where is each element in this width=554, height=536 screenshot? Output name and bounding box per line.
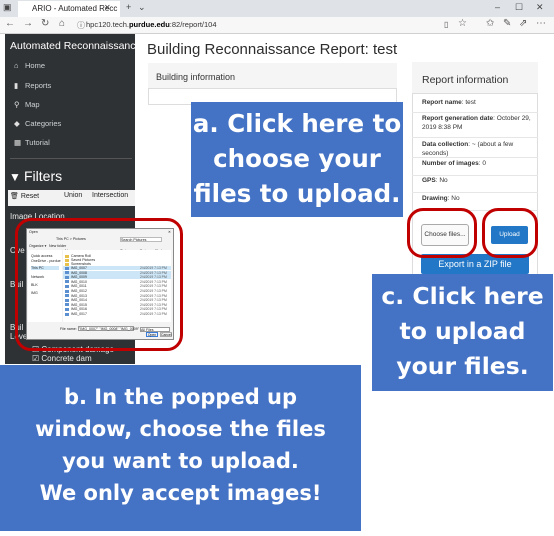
callout-b-line: you want to upload. [62, 449, 299, 473]
highlight-upload-outline [482, 208, 538, 258]
page-title: Building Reconnaissance Report: test [147, 41, 398, 58]
filter-concrete-damage[interactable]: ☑ Concrete dam [32, 354, 92, 363]
callout-a-line: choose your [213, 144, 381, 173]
sidebar-item-tutorial[interactable]: ▦ Tutorial [14, 138, 50, 147]
close-tab-icon[interactable]: ✕ [104, 3, 111, 12]
callout-b-line: We only accept images! [39, 481, 322, 505]
callout-c: c. Click here to upload your files. [372, 274, 553, 391]
callout-a-line: files to upload. [193, 179, 401, 208]
report-date-row: Report generation date: October 29, 2019… [412, 114, 538, 138]
sidebar-item-map[interactable]: ⚲ Map [14, 100, 40, 109]
trash-icon: 🗑 [10, 193, 19, 200]
report-name-row: Report name: test [412, 98, 538, 113]
callout-b-line: window, choose the files [35, 417, 326, 441]
table-icon: ▦ [14, 138, 22, 147]
tag-icon: ◆ [14, 119, 20, 128]
sidebar-item-categories[interactable]: ◆ Categories [14, 119, 61, 128]
callout-c-line: your files. [396, 352, 529, 380]
callout-b-line: b. In the popped up [63, 385, 298, 409]
new-tab-plus-icon[interactable]: + [126, 2, 131, 12]
home-icon[interactable]: ⌂ [59, 18, 65, 29]
image-count-row: Number of images: 0 [412, 159, 538, 176]
callout-b: b. In the popped up window, choose the f… [0, 365, 361, 531]
tab-list-chevron-icon[interactable]: ⌄ [138, 2, 146, 13]
file-icon: ▮ [14, 81, 19, 90]
callout-c-line: to upload [399, 317, 526, 345]
reset-button[interactable]: 🗑 Reset [10, 192, 39, 200]
intersection-button[interactable]: Intersection [92, 192, 128, 199]
callout-a-line: a. Click here to [192, 109, 402, 138]
back-arrow-icon[interactable]: ← [5, 18, 15, 29]
sidebar-item-reports[interactable]: ▮ Reports [14, 81, 51, 90]
more-menu-icon[interactable]: ⋯ [536, 18, 546, 29]
favorite-star-icon[interactable]: ☆ [458, 18, 467, 29]
share-icon[interactable]: ⇗ [519, 18, 527, 29]
close-window-icon[interactable]: ✕ [536, 2, 544, 13]
data-collection-row: Data collection: ~ (about a few seconds) [412, 140, 538, 158]
favorites-icon[interactable]: ✩ [486, 18, 494, 29]
highlight-dialog-outline [15, 218, 183, 351]
callout-a: a. Click here to choose your files to up… [191, 102, 403, 217]
filter-icon: ▼ [9, 170, 21, 184]
url-field[interactable]: hpc120.tech.purdue.edu:82/report/104 [86, 20, 217, 29]
callout-c-line: c. Click here [381, 282, 544, 310]
minimize-icon[interactable]: – [495, 2, 500, 12]
building-info-title: Building information [156, 72, 236, 82]
sidebar-item-home[interactable]: ⌂ Home [14, 61, 45, 70]
forward-arrow-icon[interactable]: → [23, 18, 33, 29]
refresh-icon[interactable]: ↻ [41, 18, 49, 29]
maximize-icon[interactable]: ☐ [515, 2, 523, 13]
tab-actions-icon[interactable]: ▣ [3, 2, 12, 13]
reading-view-icon[interactable]: ▯ [444, 20, 448, 29]
home-icon: ⌂ [14, 61, 19, 70]
report-info-title: Report information [422, 74, 509, 86]
sidebar-divider [10, 158, 132, 159]
checkbox-icon: ☑ [32, 354, 40, 363]
highlight-choose-outline [407, 208, 477, 258]
filters-heading: Filters [24, 168, 63, 184]
map-marker-icon: ⚲ [14, 100, 20, 109]
app-title: Automated Reconnaissance Im... [10, 40, 165, 52]
union-button[interactable]: Union [64, 192, 82, 199]
pen-icon[interactable]: ✎ [503, 18, 511, 29]
gps-row: GPS: No [412, 176, 538, 193]
site-info-icon[interactable]: ⓘ [77, 20, 85, 31]
